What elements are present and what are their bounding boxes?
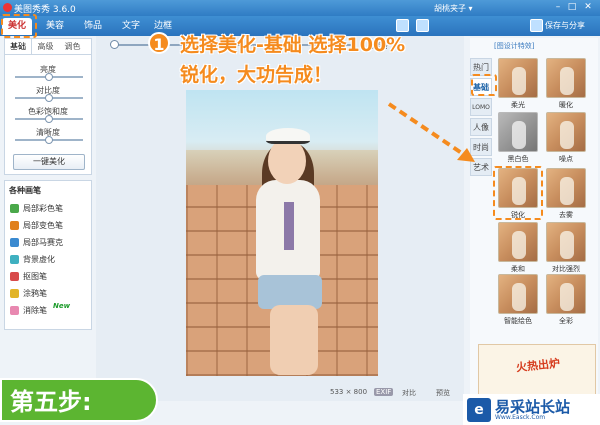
slider-knob[interactable] (45, 73, 53, 81)
highlight-sharpen-effect (493, 166, 543, 220)
one-key-beautify-button[interactable]: 一键美化 (13, 154, 85, 170)
slider-knob[interactable] (45, 115, 53, 123)
tab-text[interactable]: 文字 (116, 18, 146, 35)
promo-banner[interactable]: 火热出炉 (478, 344, 596, 398)
effect-gentle[interactable]: 柔和 (494, 222, 542, 274)
title-bar: 美图秀秀 3.6.0 胡桃夹子 ▾ – □ ✕ (0, 0, 600, 16)
brush-item[interactable]: 消除笔 New (5, 302, 91, 319)
new-badge: New (53, 302, 71, 310)
effect-soft-light[interactable]: 柔光 (494, 58, 542, 110)
instruction-line-1: 选择美化-基础 选择100% (180, 34, 406, 56)
effect-high-contrast[interactable]: 对比强烈 (542, 222, 590, 274)
photo-canvas[interactable] (186, 90, 378, 376)
palette-icon (10, 204, 19, 213)
brush-item[interactable]: 局部彩色笔 (5, 200, 91, 217)
app-logo-icon (3, 3, 12, 12)
effect-full-color[interactable]: 全彩 (542, 274, 590, 326)
site-logo-icon: e (467, 398, 491, 422)
tab-basic[interactable]: 基础 (5, 39, 32, 54)
slider-knob[interactable] (45, 136, 53, 144)
effect-smart-color[interactable]: 智能绘色 (494, 274, 542, 326)
effect-warm[interactable]: 暖化 (542, 58, 590, 110)
highlight-basic-tab (471, 74, 497, 96)
brush-panel: 各种画笔 局部彩色笔 局部变色笔 局部马赛克 背景虚化 抠图笔 涂鸦笔 消除笔 N… (4, 180, 92, 330)
compare-button[interactable]: 对比 (402, 388, 416, 398)
brightness-slider[interactable]: 亮度 (5, 63, 91, 84)
paint-bucket-icon (10, 221, 19, 230)
highlight-beautify-tab (1, 14, 37, 38)
effect-noise[interactable]: 噪点 (542, 112, 590, 164)
effect-defog[interactable]: 去雾 (542, 168, 590, 220)
mosaic-icon (10, 238, 19, 247)
contrast-slider[interactable]: 对比度 (5, 84, 91, 105)
brush-panel-title: 各种画笔 (9, 186, 41, 195)
instruction-line-2: 锐化，大功告成！ (180, 64, 333, 86)
brush-item[interactable]: 涂鸦笔 (5, 285, 91, 302)
brush-item[interactable]: 局部变色笔 (5, 217, 91, 234)
slider-knob[interactable] (45, 94, 53, 102)
save-share-button[interactable]: 保存与分享 (545, 18, 585, 34)
brush-item[interactable]: 局部马赛克 (5, 234, 91, 251)
sharpness-slider[interactable]: 清晰度 (5, 126, 91, 147)
tab-advanced[interactable]: 高级 (32, 39, 59, 54)
effects-header: [图设计特效] (494, 42, 535, 50)
blur-icon (10, 255, 19, 264)
brush-item[interactable]: 抠图笔 (5, 268, 91, 285)
brush-item[interactable]: 背景虚化 (5, 251, 91, 268)
step-number-badge: 1 (148, 32, 170, 54)
maximize-button[interactable]: □ (566, 2, 578, 13)
image-dimensions: 533 × 800 (330, 388, 368, 396)
tab-makeup[interactable]: 美容 (40, 18, 70, 35)
zoom-slider-knob[interactable] (110, 40, 119, 49)
cutout-icon (10, 272, 19, 281)
watermark-url: Www.Easck.Com (495, 414, 546, 421)
user-menu[interactable]: 胡桃夹子 ▾ (434, 3, 473, 14)
minimize-button[interactable]: – (552, 2, 564, 13)
save-icon[interactable] (530, 19, 543, 32)
pencil-icon (10, 289, 19, 298)
eraser-icon (10, 306, 19, 315)
tab-accessories[interactable]: 饰品 (78, 18, 108, 35)
watermark: e 易采站长站 Www.Easck.Com (463, 394, 600, 425)
canvas-status-bar: 533 × 800 EXIF 对比 预览 (330, 386, 470, 400)
effect-black-white[interactable]: 黑白色 (494, 112, 542, 164)
saturation-slider[interactable]: 色彩饱和度 (5, 105, 91, 126)
pointer-arrow-icon (387, 102, 475, 162)
preview-button[interactable]: 预览 (436, 388, 450, 398)
exif-button[interactable]: EXIF (374, 388, 394, 396)
step-banner: 第五步: (0, 378, 158, 422)
tool-icon[interactable] (416, 19, 429, 32)
adjust-panel: 基础 高级 调色 亮度 对比度 色彩饱和度 清晰度 一键美化 (4, 38, 92, 175)
tab-color[interactable]: 调色 (59, 39, 86, 54)
close-button[interactable]: ✕ (582, 2, 594, 13)
